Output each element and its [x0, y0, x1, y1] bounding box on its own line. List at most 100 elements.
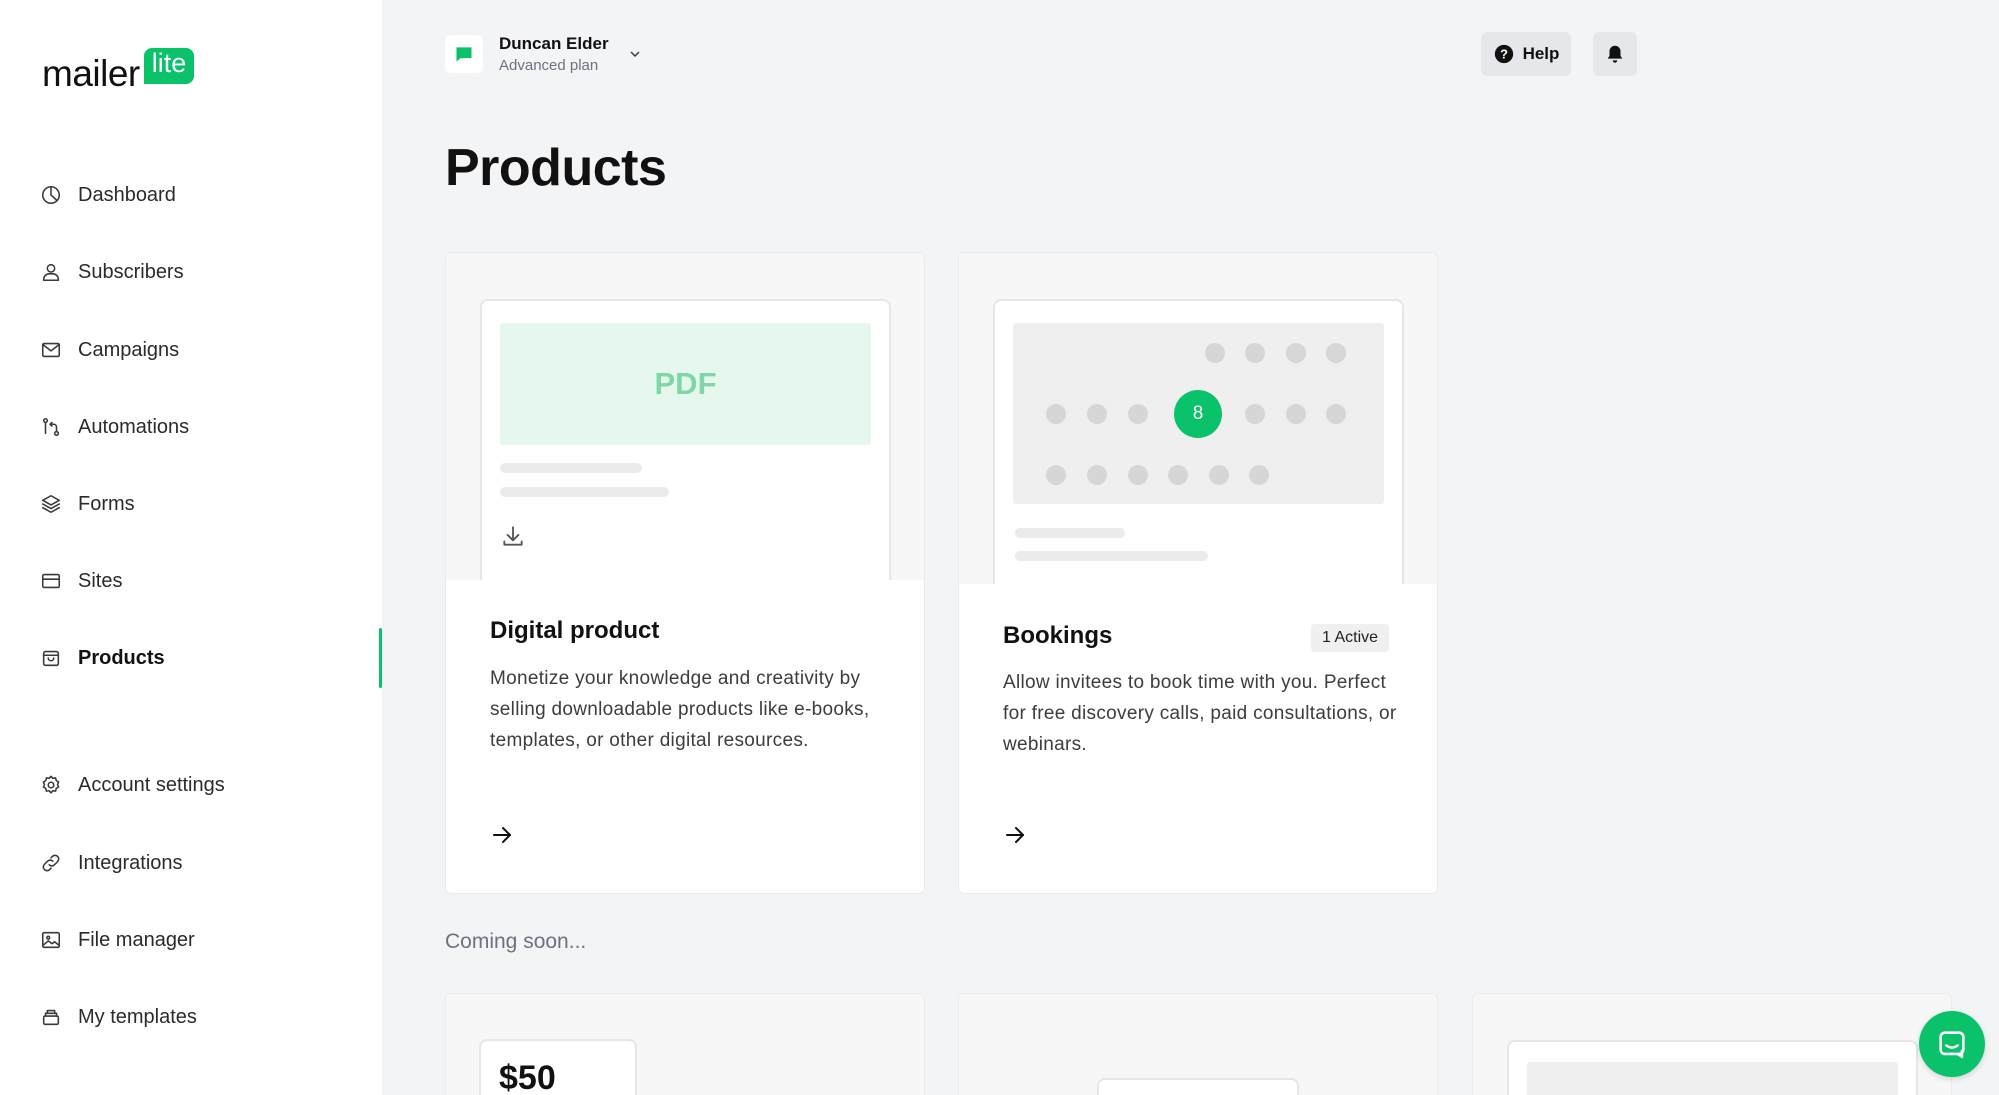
- price-value: $50: [499, 1059, 556, 1095]
- sidebar-item-label: Sites: [78, 569, 123, 592]
- sidebar-item-forms[interactable]: Forms: [40, 484, 135, 524]
- pdf-thumbnail: PDF: [500, 323, 871, 445]
- sidebar-item-sites[interactable]: Sites: [40, 561, 122, 601]
- notifications-button[interactable]: [1593, 32, 1637, 76]
- placeholder-line: [1015, 528, 1125, 538]
- preview-price: $50: [479, 1039, 637, 1095]
- card-title: Digital product: [490, 617, 660, 644]
- card-description: Monetize your knowledge and creativity b…: [490, 668, 870, 751]
- account-name: Duncan Elder: [499, 34, 609, 53]
- active-indicator: [379, 628, 382, 688]
- sidebar: mailer lite Dashboard Subscribers Campai…: [0, 0, 382, 1095]
- calendar-day: [1046, 404, 1066, 424]
- calendar-day: [1249, 465, 1269, 485]
- chevron-down-icon: [630, 51, 640, 57]
- download-icon: [503, 526, 523, 546]
- calendar-day: [1128, 404, 1148, 424]
- card-preview: PDF: [446, 253, 924, 580]
- chat-button[interactable]: [1919, 1011, 1985, 1077]
- sidebar-item-label: Products: [78, 646, 165, 669]
- sidebar-item-label: File manager: [78, 928, 195, 951]
- browser-icon: [41, 573, 61, 589]
- templates-icon: [42, 1009, 60, 1026]
- account-avatar: [445, 35, 483, 73]
- placeholder-line: [1015, 551, 1208, 561]
- sidebar-item-campaigns[interactable]: Campaigns: [40, 330, 179, 370]
- chat-bubble-icon: [456, 47, 472, 62]
- calendar-day: [1286, 343, 1306, 363]
- sidebar-item-label: Dashboard: [78, 183, 176, 206]
- image-icon: [41, 931, 61, 949]
- coming-soon-card: [1472, 993, 1952, 1095]
- shopping-bag-icon: [42, 650, 60, 667]
- sidebar-item-label: Forms: [78, 492, 135, 515]
- placeholder-line: [500, 463, 642, 473]
- sidebar-item-dashboard[interactable]: Dashboard: [40, 175, 176, 215]
- coming-soon-heading: Coming soon...: [445, 930, 587, 953]
- calendar-day: [1205, 343, 1225, 363]
- calendar-day: [1087, 404, 1107, 424]
- sidebar-item-label: My templates: [78, 1005, 197, 1028]
- sidebar-item-products[interactable]: Products: [40, 638, 165, 678]
- arrow-right-icon[interactable]: [1003, 823, 1027, 847]
- calendar-day: [1046, 465, 1066, 485]
- arrow-right-icon[interactable]: [490, 823, 514, 847]
- sidebar-item-integrations[interactable]: Integrations: [40, 843, 183, 883]
- coming-soon-card: [958, 993, 1438, 1095]
- preview-calendar: 8: [993, 299, 1404, 584]
- card-preview: [1473, 994, 1951, 1095]
- calendar-day: [1245, 404, 1265, 424]
- status-badge: 1 Active: [1311, 624, 1390, 652]
- chat-icon: [1939, 1031, 1965, 1059]
- placeholder-line: [500, 487, 669, 497]
- preview-placeholder: [1097, 1078, 1299, 1095]
- link-icon: [42, 854, 60, 872]
- calendar-day: [1326, 404, 1346, 424]
- sidebar-item-subscribers[interactable]: Subscribers: [40, 252, 184, 292]
- logo-badge: lite: [143, 48, 195, 84]
- help-icon: ?: [1494, 44, 1513, 64]
- automation-icon: [42, 417, 60, 437]
- card-preview: [959, 994, 1437, 1095]
- sidebar-item-automations[interactable]: Automations: [40, 407, 189, 447]
- sidebar-item-label: Automations: [78, 415, 190, 438]
- sidebar-item-my-templates[interactable]: My templates: [40, 997, 197, 1037]
- calendar-day: [1245, 343, 1265, 363]
- sidebar-item-label: Campaigns: [78, 338, 180, 361]
- digital-product-card[interactable]: PDF Digital product Monetize your knowle…: [445, 252, 925, 894]
- user-icon: [42, 263, 60, 282]
- card-title: Bookings: [1003, 622, 1113, 649]
- calendar-day: [1209, 465, 1229, 485]
- calendar-day: [1128, 465, 1148, 485]
- account-switcher[interactable]: Duncan Elder Advanced plan: [445, 34, 643, 74]
- card-preview: 8: [959, 253, 1437, 584]
- bell-icon: [1607, 45, 1623, 63]
- bookings-card[interactable]: 8 Bookings 1 Active Allow invitees to bo…: [958, 252, 1438, 894]
- preview-document: PDF: [480, 299, 891, 580]
- coming-soon-card: $50: [445, 993, 925, 1095]
- layers-icon: [41, 494, 61, 514]
- calendar-day: [1326, 343, 1346, 363]
- help-button[interactable]: ? Help: [1481, 32, 1571, 76]
- sidebar-item-label: Integrations: [78, 851, 183, 874]
- gear-icon: [42, 775, 60, 794]
- svg-text:?: ?: [1500, 47, 1508, 62]
- logo-text: mailer: [42, 53, 140, 94]
- preview-placeholder: [1507, 1040, 1918, 1095]
- mailerlite-logo[interactable]: mailer lite: [42, 48, 195, 94]
- calendar-day: [1087, 465, 1107, 485]
- card-description: Allow invitees to book time with you. Pe…: [1003, 672, 1397, 755]
- dashboard-icon: [41, 185, 61, 205]
- calendar-grid: 8: [1013, 323, 1384, 504]
- sidebar-item-label: Account settings: [78, 773, 225, 796]
- account-plan: Advanced plan: [499, 57, 599, 74]
- help-label: Help: [1522, 44, 1560, 63]
- card-preview: $50: [446, 994, 924, 1095]
- calendar-day: [1168, 465, 1188, 485]
- sidebar-item-account-settings[interactable]: Account settings: [40, 765, 225, 805]
- sidebar-item-file-manager[interactable]: File manager: [40, 920, 195, 960]
- placeholder-block: [1527, 1062, 1898, 1095]
- calendar-day: [1286, 404, 1306, 424]
- calendar-day-selected: 8: [1174, 390, 1222, 438]
- mail-icon: [41, 342, 61, 358]
